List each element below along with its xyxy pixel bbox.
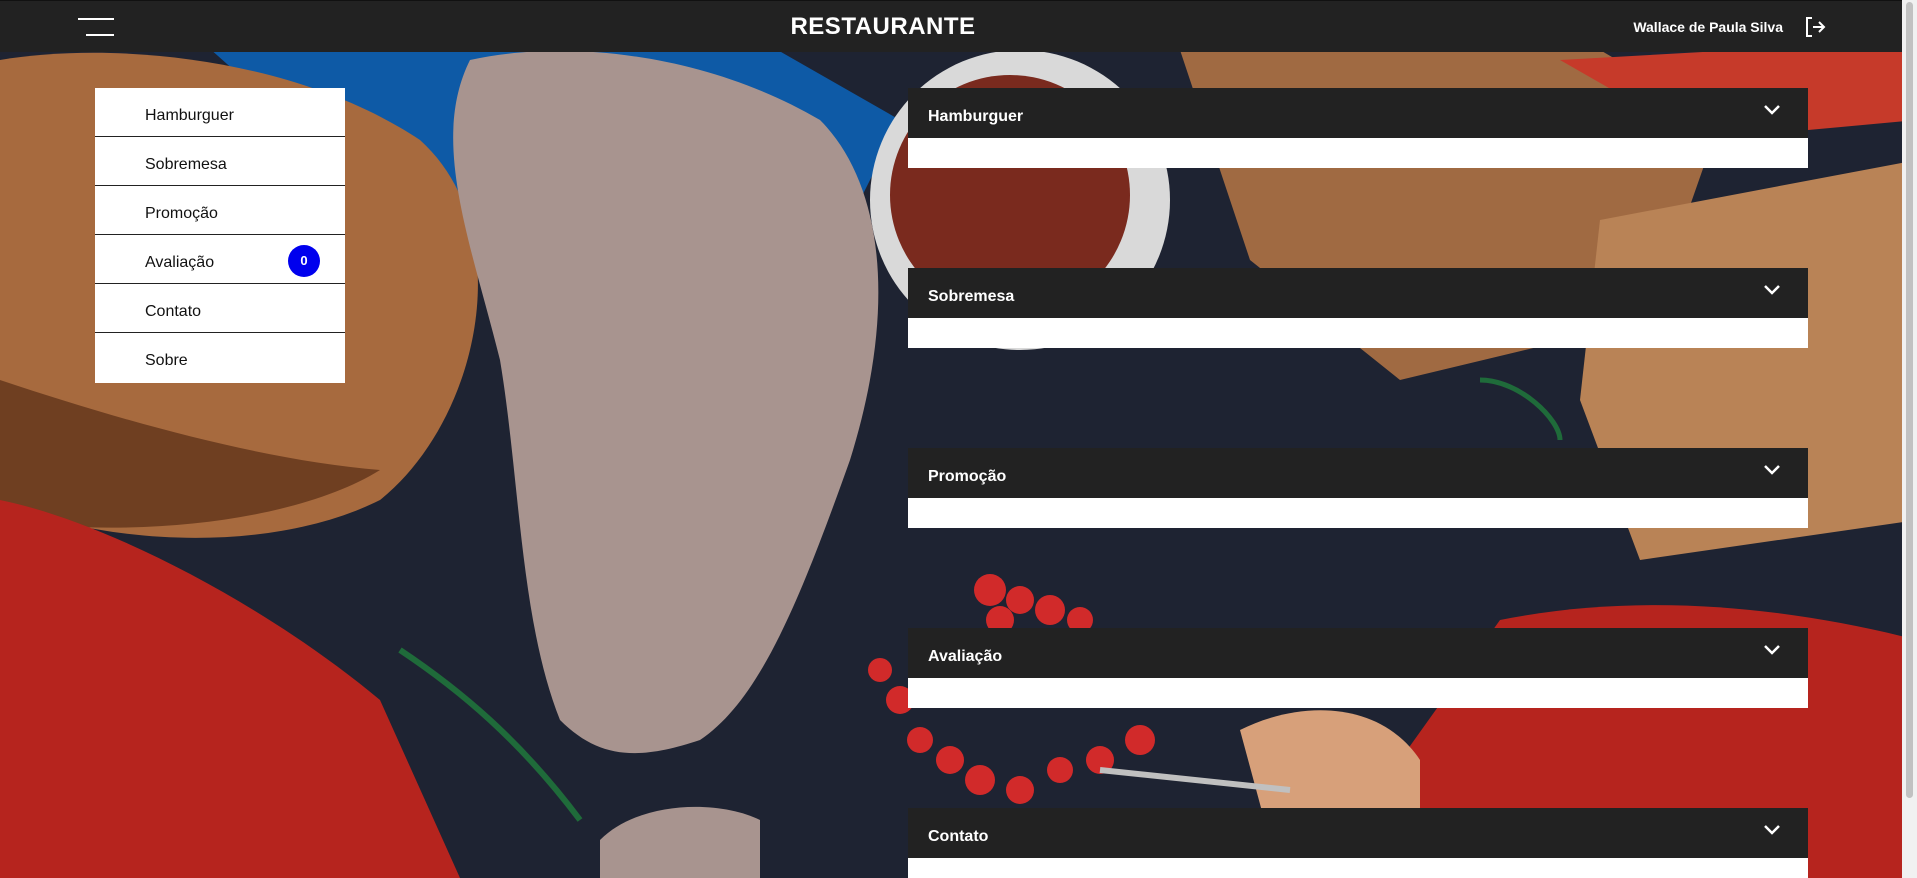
panel-body	[908, 858, 1808, 878]
user-name: Wallace de Paula Silva	[1633, 19, 1783, 35]
sidebar-item-promocao[interactable]: Promoção	[95, 186, 345, 235]
section-panel-promocao[interactable]: Promoção	[908, 448, 1808, 528]
panel-header[interactable]: Sobremesa	[908, 268, 1808, 318]
chevron-down-icon[interactable]	[1763, 644, 1781, 656]
chevron-down-icon[interactable]	[1763, 284, 1781, 296]
panel-header[interactable]: Avaliação	[908, 628, 1808, 678]
section-panel-contato[interactable]: Contato	[908, 808, 1808, 878]
panel-title: Hamburguer	[928, 108, 1024, 125]
sidebar-item-sobremesa[interactable]: Sobremesa	[95, 137, 345, 186]
sidebar-item-label: Sobre	[145, 352, 188, 369]
sidebar-item-label: Sobremesa	[145, 156, 227, 173]
section-panel-avaliacao[interactable]: Avaliação	[908, 628, 1808, 708]
sidebar-item-avaliacao[interactable]: Avaliação 0	[95, 235, 345, 284]
sidebar-item-label: Promoção	[145, 205, 218, 222]
page: RESTAURANTE Wallace de Paula Silva Hambu…	[0, 0, 1917, 878]
panel-title: Avaliação	[928, 648, 1003, 665]
panel-body	[908, 318, 1808, 348]
sidebar-item-label: Hamburguer	[145, 107, 234, 124]
scrollbar[interactable]	[1902, 0, 1917, 878]
scrollbar-thumb[interactable]	[1906, 2, 1913, 798]
count-badge: 0	[288, 245, 320, 277]
app-title: RESTAURANTE	[790, 13, 976, 40]
section-panel-sobremesa[interactable]: Sobremesa	[908, 268, 1808, 348]
side-menu: Hamburguer Sobremesa Promoção Avaliação …	[95, 88, 345, 383]
sidebar-item-sobre[interactable]: Sobre	[95, 333, 345, 383]
top-bar: RESTAURANTE Wallace de Paula Silva	[0, 0, 1917, 52]
logout-icon[interactable]	[1803, 15, 1827, 39]
panel-title: Sobremesa	[928, 288, 1015, 305]
sidebar-item-contato[interactable]: Contato	[95, 284, 345, 333]
panel-body	[908, 678, 1808, 708]
chevron-down-icon[interactable]	[1763, 104, 1781, 116]
panel-header[interactable]: Hamburguer	[908, 88, 1808, 138]
sidebar-item-label: Avaliação	[145, 254, 215, 271]
section-panel-hamburguer[interactable]: Hamburguer	[908, 88, 1808, 168]
panel-title: Contato	[928, 828, 989, 845]
panel-header[interactable]: Contato	[908, 808, 1808, 858]
sidebar-item-label: Contato	[145, 303, 202, 320]
chevron-down-icon[interactable]	[1763, 824, 1781, 836]
panel-body	[908, 498, 1808, 528]
chevron-down-icon[interactable]	[1763, 464, 1781, 476]
panel-title: Promoção	[928, 468, 1007, 485]
sidebar-item-hamburguer[interactable]: Hamburguer	[95, 88, 345, 137]
panel-body	[908, 138, 1808, 168]
panel-header[interactable]: Promoção	[908, 448, 1808, 498]
